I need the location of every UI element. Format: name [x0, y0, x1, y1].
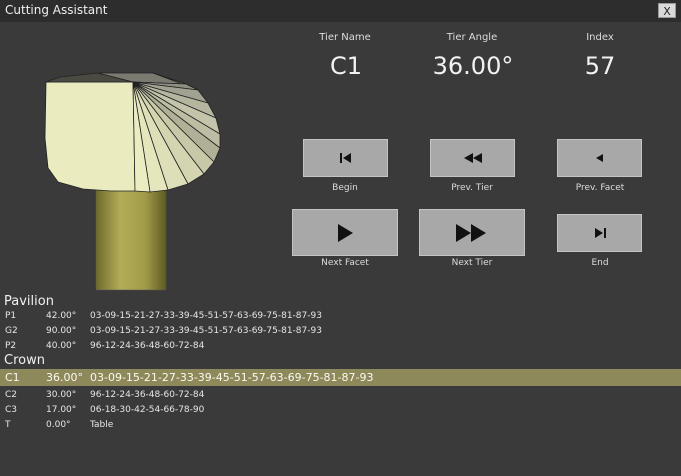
prev-tier-button[interactable] [430, 139, 515, 177]
stone-preview[interactable] [38, 68, 238, 293]
tier-angle-label: Tier Angle [446, 32, 498, 43]
tier-name-cell: T [5, 420, 11, 430]
tier-index-cell: 06-18-30-42-54-66-78-90 [90, 405, 205, 415]
crown-heading: Crown [4, 353, 45, 368]
tier-name-cell: P1 [5, 311, 17, 321]
table-row[interactable]: P2 40.00° 96-12-24-36-48-60-72-84 [0, 339, 681, 354]
pavilion-heading: Pavilion [4, 294, 54, 309]
prev-facet-button[interactable] [557, 139, 642, 177]
table-row[interactable]: G2 90.00° 03-09-15-21-27-33-39-45-51-57-… [0, 324, 681, 339]
fast-forward-icon [456, 223, 486, 242]
stone-body [44, 72, 221, 193]
tier-index-cell: 03-09-15-21-27-33-39-45-51-57-63-69-75-8… [90, 326, 322, 336]
play-icon [338, 223, 353, 242]
tier-name-cell: C3 [5, 405, 18, 415]
table-row[interactable]: C2 30.00° 96-12-24-36-48-60-72-84 [0, 388, 681, 403]
tier-angle-cell: 30.00° [46, 390, 77, 400]
tier-angle-cell: 40.00° [46, 341, 77, 351]
table-row[interactable]: P1 42.00° 03-09-15-21-27-33-39-45-51-57-… [0, 309, 681, 324]
tier-name-cell: C2 [5, 390, 18, 400]
table-row[interactable]: C3 17.00° 06-18-30-42-54-66-78-90 [0, 403, 681, 418]
tier-name-label: Tier Name [319, 32, 371, 43]
end-button[interactable] [557, 214, 642, 252]
stone-render [44, 72, 221, 291]
tier-name-value: C1 [329, 52, 363, 80]
table-row[interactable]: T 0.00° Table [0, 418, 681, 433]
tier-index-cell: 03-09-15-21-27-33-39-45-51-57-63-69-75-8… [90, 371, 374, 384]
tier-angle-value: 36.00° [432, 52, 514, 80]
tier-index-cell: Table [90, 420, 114, 430]
index-value: 57 [584, 52, 616, 80]
next-tier-button[interactable] [419, 209, 525, 256]
begin-button[interactable] [303, 139, 388, 177]
tier-name-cell: G2 [5, 326, 18, 336]
prev-tier-label: Prev. Tier [451, 183, 493, 193]
tier-name-cell: C1 [5, 371, 20, 384]
end-label: End [591, 258, 609, 268]
begin-label: Begin [332, 183, 358, 193]
tier-angle-cell: 42.00° [46, 311, 77, 321]
dop-stick [95, 185, 167, 291]
title-bar: Cutting Assistant X [0, 0, 681, 22]
window-title: Cutting Assistant [5, 3, 108, 17]
index-label: Index [586, 32, 614, 43]
tier-angle-cell: 90.00° [46, 326, 77, 336]
tier-name-cell: P2 [5, 341, 17, 351]
next-tier-label: Next Tier [451, 258, 493, 268]
tier-angle-cell: 0.00° [46, 420, 71, 430]
next-facet-button[interactable] [292, 209, 398, 256]
tier-angle-cell: 17.00° [46, 405, 77, 415]
skip-to-start-icon [339, 153, 351, 163]
rewind-icon [463, 153, 482, 163]
prev-facet-label: Prev. Facet [575, 183, 625, 193]
tier-angle-cell: 36.00° [46, 371, 83, 384]
tier-index-cell: 96-12-24-36-48-60-72-84 [90, 341, 205, 351]
step-back-icon [595, 154, 603, 162]
skip-to-end-icon [594, 228, 606, 238]
table-row-selected[interactable]: C1 36.00° 03-09-15-21-27-33-39-45-51-57-… [0, 369, 681, 386]
next-facet-label: Next Facet [321, 258, 369, 268]
tier-index-cell: 03-09-15-21-27-33-39-45-51-57-63-69-75-8… [90, 311, 322, 321]
close-button[interactable]: X [658, 3, 676, 18]
tier-index-cell: 96-12-24-36-48-60-72-84 [90, 390, 205, 400]
